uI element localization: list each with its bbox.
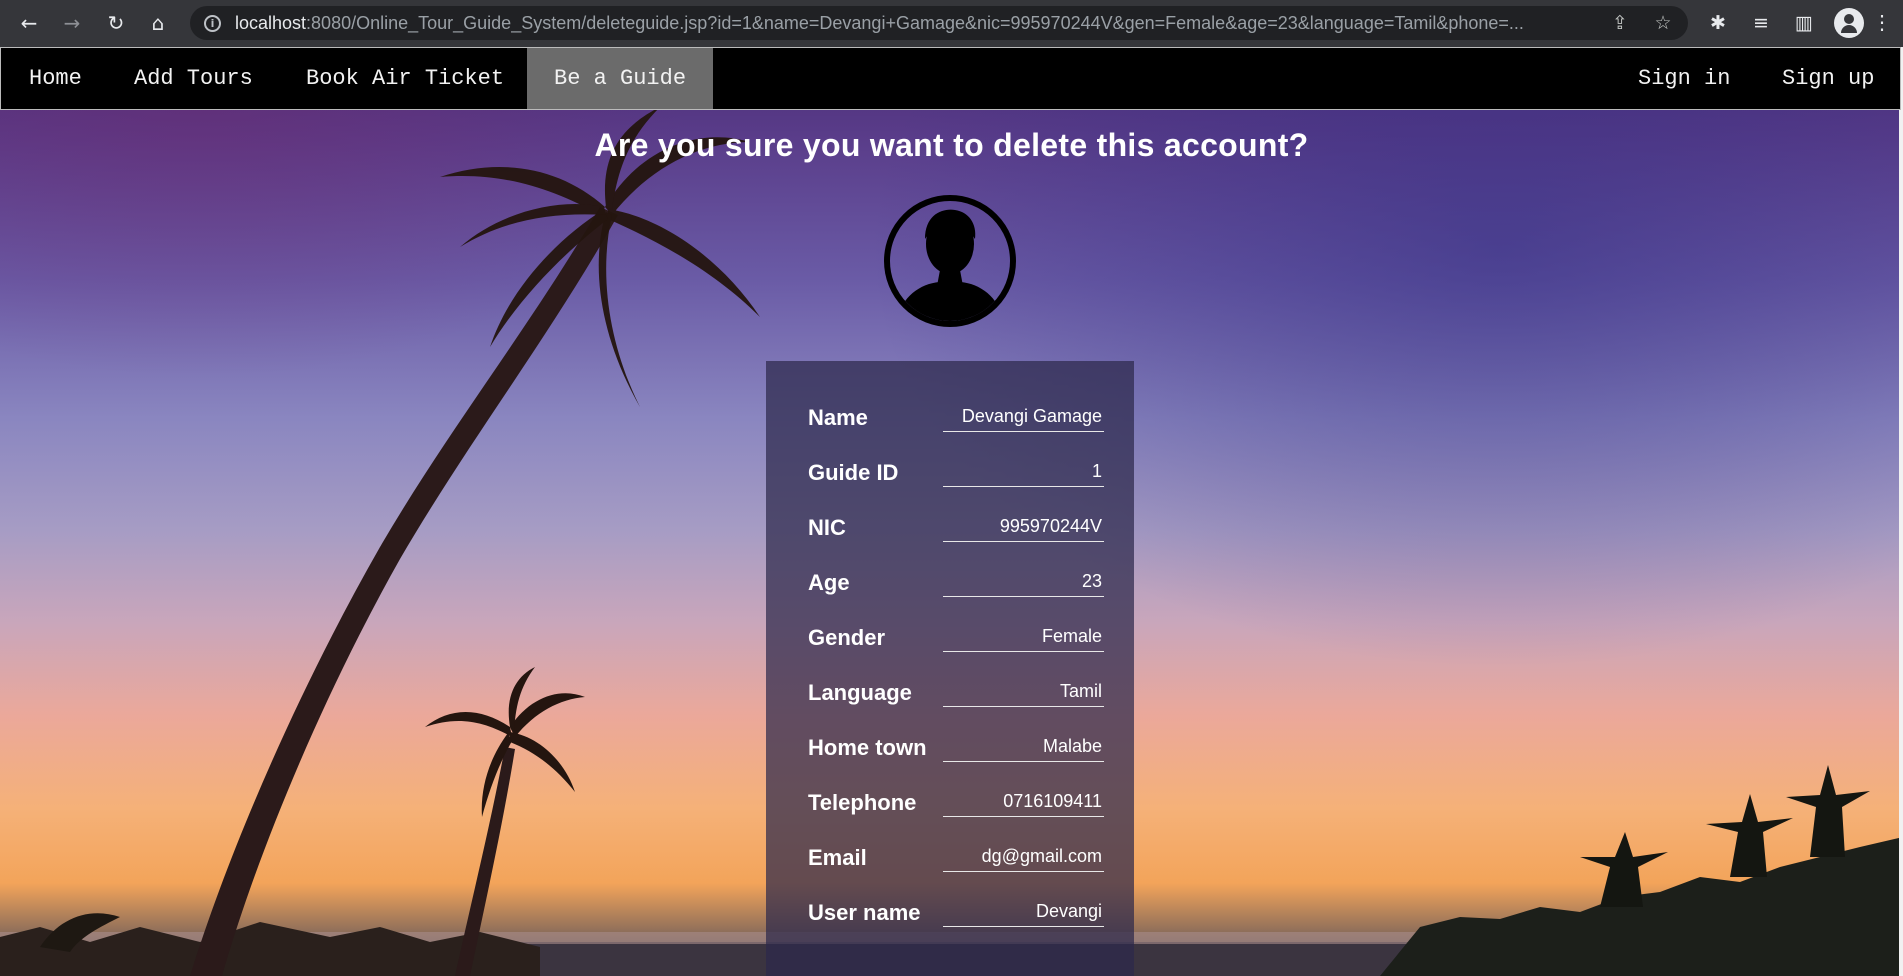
field-row-guide-id: Guide ID [808, 456, 1104, 490]
name-field[interactable] [943, 402, 1104, 432]
guide-id-field[interactable] [943, 457, 1104, 487]
user-name-field[interactable] [943, 897, 1104, 927]
field-label: NIC [808, 515, 846, 540]
url-host: localhost [235, 12, 307, 33]
field-row-nic: NIC [808, 511, 1104, 545]
home-town-field[interactable] [943, 732, 1104, 762]
side-panel-icon[interactable]: ▥ [1792, 11, 1816, 35]
site-info-icon[interactable]: i [204, 14, 221, 32]
field-row-age: Age [808, 566, 1104, 600]
field-label: Guide ID [808, 460, 899, 485]
age-field[interactable] [943, 567, 1104, 597]
nav-sign-up-link[interactable]: Sign up [1755, 48, 1901, 109]
extensions-puzzle-icon[interactable]: ✱ [1706, 11, 1730, 35]
profile-avatar-icon[interactable] [1834, 8, 1864, 38]
email-field[interactable] [943, 842, 1104, 872]
guide-details-card: Name Guide ID NIC Age Gender Language Ho… [766, 361, 1134, 976]
field-row-home-town: Home town [808, 731, 1104, 765]
page-scrollbar[interactable] [1899, 47, 1903, 976]
nav-book-air-ticket-link[interactable]: Book Air Ticket [279, 48, 531, 109]
page-viewport: Home Add Tours Book Air Ticket Be a Guid… [0, 47, 1903, 976]
field-label: Telephone [808, 790, 917, 815]
share-icon[interactable]: ⇪ [1610, 13, 1630, 33]
nav-add-tours-link[interactable]: Add Tours [107, 48, 280, 109]
field-row-email: Email [808, 841, 1104, 875]
url-path: :8080/Online_Tour_Guide_System/deletegui… [306, 12, 1524, 33]
field-label: Gender [808, 625, 886, 650]
home-icon[interactable]: ⌂ [144, 9, 172, 37]
field-row-language: Language [808, 676, 1104, 710]
field-row-name: Name [808, 401, 1104, 435]
browser-menu-icon[interactable]: ⋮ [1870, 10, 1894, 36]
nav-home-link[interactable]: Home [2, 48, 109, 109]
nav-sign-in-link[interactable]: Sign in [1611, 48, 1757, 109]
nic-field[interactable] [943, 512, 1104, 542]
field-label: Language [808, 680, 912, 705]
back-icon[interactable]: ← [15, 9, 43, 37]
field-label: User name [808, 900, 921, 925]
field-label: Age [808, 570, 850, 595]
language-field[interactable] [943, 677, 1104, 707]
forward-icon[interactable]: → [58, 9, 86, 37]
field-row-telephone: Telephone [808, 786, 1104, 820]
browser-toolbar: ← → ↻ ⌂ i localhost:8080/Online_Tour_Gui… [0, 0, 1903, 47]
bookmark-star-icon[interactable]: ☆ [1653, 13, 1673, 33]
page-title: Are you sure you want to delete this acc… [594, 127, 1309, 163]
field-label: Name [808, 405, 868, 430]
field-label: Email [808, 845, 867, 870]
user-avatar-icon [884, 195, 1016, 327]
field-label: Home town [808, 735, 927, 760]
nav-be-a-guide-link[interactable]: Be a Guide [527, 48, 714, 109]
reading-list-icon[interactable]: ≡ [1749, 11, 1773, 35]
field-row-gender: Gender [808, 621, 1104, 655]
reload-icon[interactable]: ↻ [102, 9, 130, 37]
telephone-field[interactable] [943, 787, 1104, 817]
gender-field[interactable] [943, 622, 1104, 652]
address-bar[interactable]: i localhost:8080/Online_Tour_Guide_Syste… [190, 6, 1688, 40]
url-text[interactable]: localhost:8080/Online_Tour_Guide_System/… [235, 13, 1615, 34]
field-row-user-name: User name [808, 896, 1104, 930]
site-navbar: Home Add Tours Book Air Ticket Be a Guid… [0, 47, 1901, 110]
